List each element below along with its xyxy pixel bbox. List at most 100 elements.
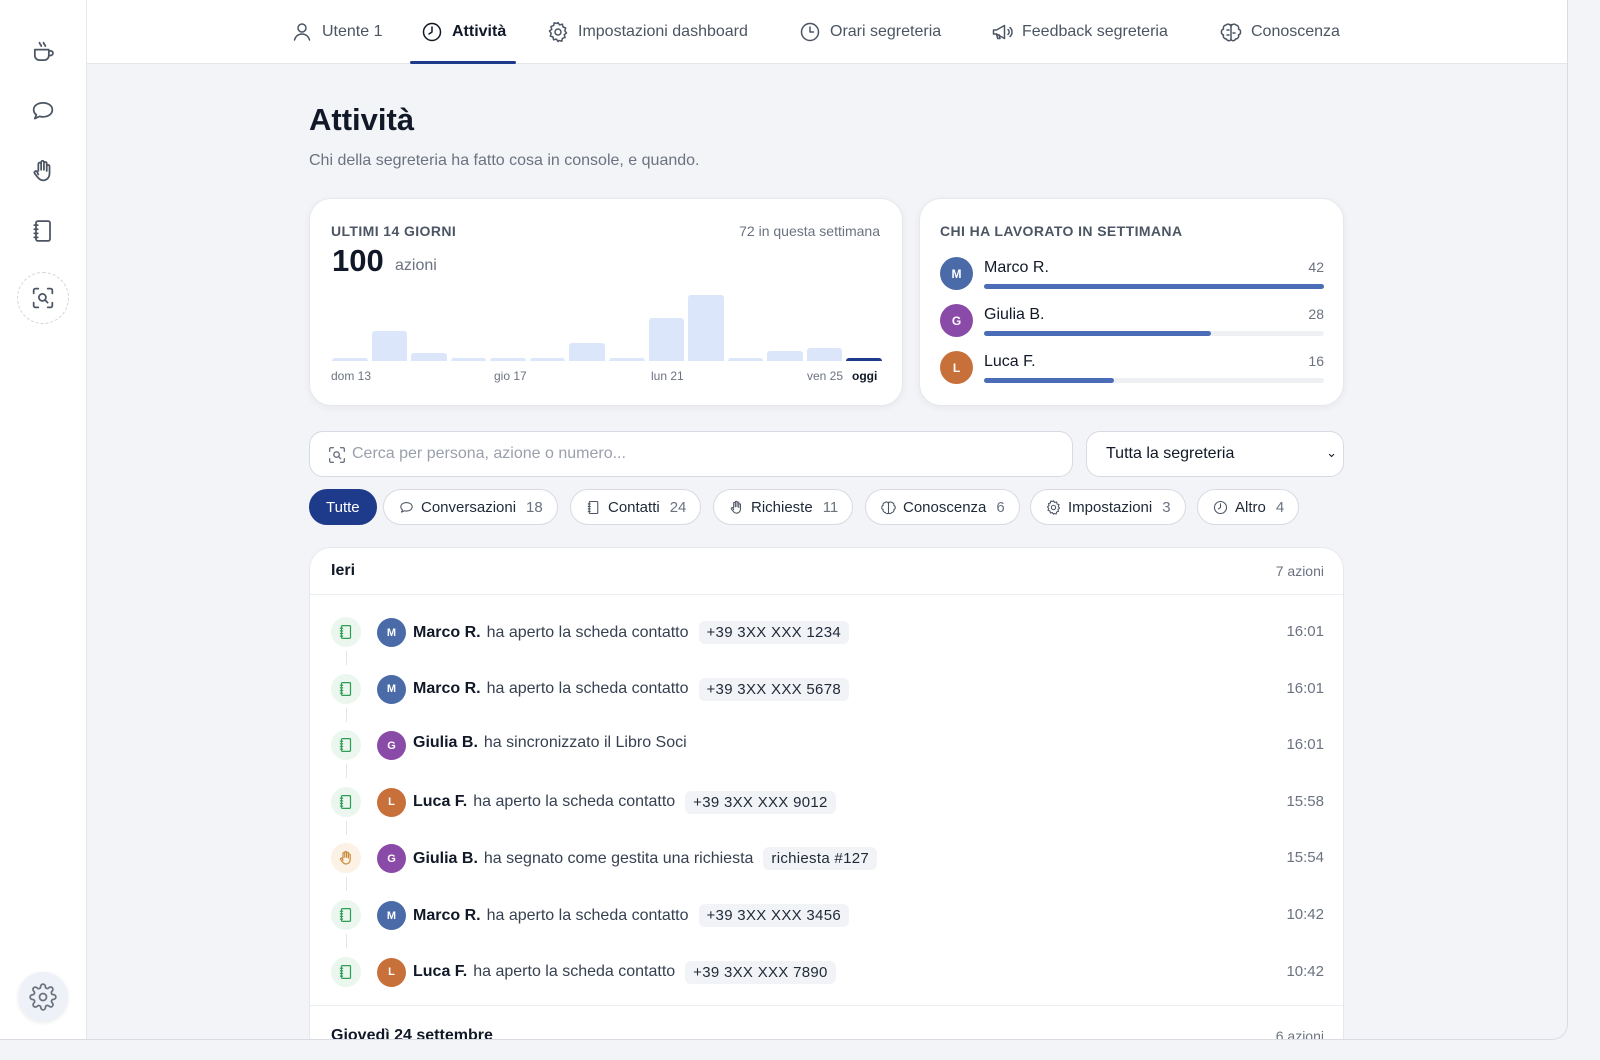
divider bbox=[310, 594, 1343, 595]
avatar: L bbox=[940, 351, 973, 384]
worker-row[interactable]: M Marco R. 42 bbox=[940, 257, 1324, 297]
reference-tag[interactable]: +39 3XX XXX 1234 bbox=[698, 621, 849, 644]
tab-conoscenza[interactable]: Conoscenza bbox=[1219, 0, 1340, 64]
bar-mer-16 bbox=[450, 358, 487, 361]
timestamp: 15:58 bbox=[1286, 792, 1324, 810]
worker-name: Marco R. bbox=[984, 259, 1049, 276]
list-item[interactable]: G Giulia B. ha sincronizzato il Libro Soci… bbox=[310, 716, 1343, 779]
activity-list: Ieri 7 azioni M Marco R. ha aperto la sche… bbox=[309, 547, 1344, 1040]
filter-chip-altro[interactable]: Altro 4 bbox=[1197, 489, 1300, 525]
list-item[interactable]: M Marco R. ha aperto la scheda contatto +39… bbox=[310, 886, 1343, 948]
avatar: L bbox=[377, 787, 406, 817]
sidebar-item-segreteria[interactable] bbox=[18, 27, 68, 77]
list-item[interactable]: M Marco R. ha aperto la scheda contatto +39… bbox=[310, 660, 1343, 722]
x-label: lun 21 bbox=[651, 369, 684, 383]
sidebar-item-attivita[interactable] bbox=[17, 272, 69, 324]
sidebar-item-conversazioni[interactable] bbox=[18, 86, 68, 136]
chip-count: 3 bbox=[1162, 498, 1171, 516]
scan-search-icon bbox=[32, 287, 54, 309]
timestamp: 10:42 bbox=[1286, 906, 1324, 923]
search-box bbox=[309, 431, 1073, 477]
activity-text: Luca F. ha aperto la scheda contatto +39 3… bbox=[413, 960, 836, 984]
tab-utente[interactable]: Utente 1 bbox=[290, 0, 382, 64]
chat-bubble-icon bbox=[400, 501, 413, 513]
activity-text: Marco R. ha aperto la scheda contatto +39 … bbox=[413, 677, 849, 701]
hand-icon bbox=[730, 500, 741, 514]
list-item[interactable]: L Luca F. ha aperto la scheda contatto +39 … bbox=[310, 773, 1343, 835]
worker-count: 42 bbox=[1308, 259, 1324, 275]
filter-chip-richieste[interactable]: Richieste 11 bbox=[713, 489, 854, 525]
timestamp: 16:01 bbox=[1286, 679, 1324, 697]
reference-tag[interactable]: richiesta #127 bbox=[763, 847, 877, 871]
week-count: 72 in questa settimana bbox=[739, 223, 880, 239]
tab-label: Utente 1 bbox=[322, 23, 383, 40]
reference-tag[interactable]: +39 3XX XXX 5678 bbox=[698, 677, 849, 701]
tab-feedback-segreteria[interactable]: Feedback segreteria bbox=[990, 0, 1168, 64]
sidebar-item-richieste[interactable] bbox=[18, 146, 68, 196]
worker-row[interactable]: G Giulia B. 28 bbox=[940, 304, 1324, 344]
team-filter-select[interactable]: Tutta la segreteria ⌄ bbox=[1086, 431, 1344, 477]
bar-mer-23 bbox=[727, 358, 764, 361]
chip-label: Conoscenza bbox=[903, 498, 987, 516]
notebook-icon bbox=[331, 730, 361, 761]
actor-name: Luca F. bbox=[413, 963, 468, 981]
reference-tag[interactable]: +39 3XX XXX 7890 bbox=[685, 960, 836, 984]
bar-oggi bbox=[846, 358, 882, 361]
filter-chip-conversazioni[interactable]: Conversazioni 18 bbox=[383, 489, 558, 525]
group-header: Giovedì 24 settembre 6 azioni bbox=[310, 1013, 1343, 1040]
group-header: Ieri 7 azioni bbox=[310, 548, 1343, 594]
list-item[interactable]: G Giulia B. ha segnato come gestita una ri… bbox=[310, 829, 1343, 892]
total-unit: azioni bbox=[395, 257, 437, 274]
actor-name: Marco R. bbox=[413, 906, 481, 924]
filter-chip-tutte[interactable]: Tutte bbox=[309, 489, 377, 525]
reference-tag[interactable]: +39 3XX XXX 9012 bbox=[685, 790, 836, 814]
filter-chip-conoscenza[interactable]: Conoscenza 6 bbox=[865, 489, 1020, 525]
total-actions: 100 bbox=[332, 243, 384, 278]
brain-icon bbox=[881, 500, 896, 514]
chip-label: Impostazioni bbox=[1068, 498, 1153, 516]
filter-chip-impostazioni[interactable]: Impostazioni 3 bbox=[1030, 489, 1186, 525]
bar-gio-17 bbox=[490, 358, 526, 361]
worker-name: Luca F. bbox=[984, 353, 1036, 370]
daily-bar-chart bbox=[330, 295, 884, 361]
chat-bubble-icon bbox=[32, 101, 54, 120]
tab-orari-segreteria[interactable]: Orari segreteria bbox=[798, 0, 941, 64]
workers-label: CHI HA LAVORATO IN SETTIMANA bbox=[940, 223, 1183, 239]
clock-icon bbox=[1213, 500, 1228, 514]
timestamp: 15:54 bbox=[1286, 849, 1324, 867]
select-value: Tutta la segreteria bbox=[1106, 445, 1235, 462]
bar-mar-15 bbox=[411, 353, 447, 361]
page-subtitle: Chi della segreteria ha fatto cosa in co… bbox=[309, 152, 700, 169]
bar-dom-20 bbox=[609, 358, 645, 361]
page-title: Attività bbox=[309, 102, 415, 137]
worker-progress-track bbox=[984, 331, 1324, 336]
worker-name: Giulia B. bbox=[984, 306, 1045, 323]
list-item[interactable]: M Marco R. ha aperto la scheda contatto +39… bbox=[310, 603, 1343, 665]
sidebar-item-contatti[interactable] bbox=[18, 206, 68, 256]
worker-row[interactable]: L Luca F. 16 bbox=[940, 351, 1324, 391]
reference-tag[interactable]: +39 3XX XXX 3456 bbox=[698, 904, 849, 927]
actor-name: Giulia B. bbox=[413, 849, 478, 867]
chip-label: Contatti bbox=[608, 498, 660, 516]
worker-progress-track bbox=[984, 284, 1324, 289]
worker-progress-fill bbox=[984, 378, 1114, 383]
list-item[interactable]: L Luca F. ha aperto la scheda contatto +39 … bbox=[310, 943, 1343, 999]
bar-dom-13 bbox=[332, 358, 368, 361]
tab-attivita[interactable]: Attività bbox=[409, 0, 517, 64]
settings-button[interactable] bbox=[18, 972, 68, 1022]
action-text: ha aperto la scheda contatto bbox=[486, 680, 689, 698]
coffee-cup-icon bbox=[33, 41, 54, 62]
gear-icon bbox=[29, 983, 57, 1011]
group-title: Giovedì 24 settembre bbox=[331, 1027, 493, 1040]
filter-chip-contatti[interactable]: Contatti 24 bbox=[570, 489, 702, 525]
worker-progress-fill bbox=[984, 331, 1211, 336]
timestamp: 16:01 bbox=[1286, 623, 1324, 640]
timestamp: 16:01 bbox=[1286, 736, 1324, 754]
chip-label: Richieste bbox=[751, 498, 813, 516]
search-input[interactable] bbox=[352, 432, 1052, 476]
tab-impostazioni-dashboard[interactable]: Impostazioni dashboard bbox=[546, 0, 748, 64]
x-label: gio 17 bbox=[494, 369, 527, 383]
activity-text: Marco R. ha aperto la scheda contatto +39 … bbox=[413, 904, 849, 927]
notebook-icon bbox=[331, 786, 361, 817]
megaphone-icon bbox=[992, 24, 1013, 40]
